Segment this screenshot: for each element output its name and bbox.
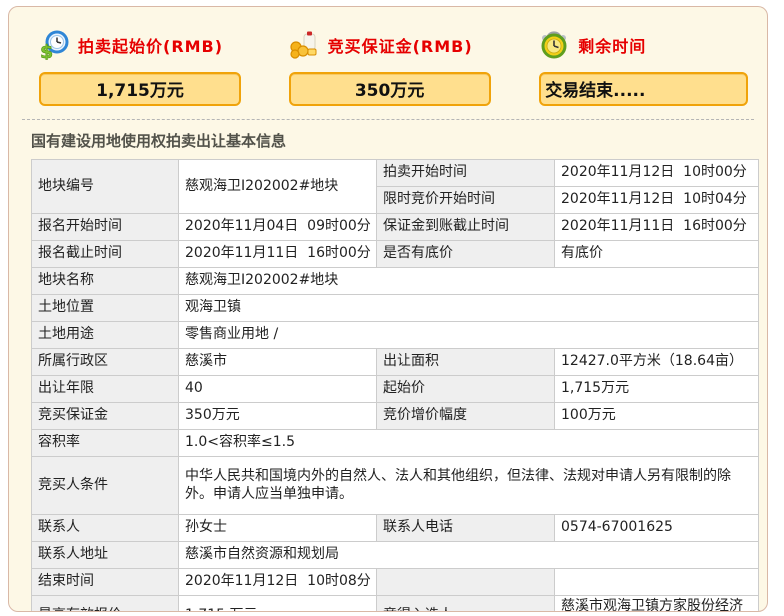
field-label: 所属行政区: [32, 349, 179, 376]
field-label: 联系人: [32, 515, 179, 542]
field-label: 土地用途: [32, 322, 179, 349]
land-info-table: 地块编号 慈观海卫I202002#地块 拍卖开始时间 2020年11月12日 1…: [31, 159, 759, 612]
field-label: 报名截止时间: [32, 241, 179, 268]
field-label: 限时竞价开始时间: [377, 187, 555, 214]
field-label: 地块名称: [32, 268, 179, 295]
table-row: 联系人 孙女士 联系人电话 0574-67001625: [32, 515, 759, 542]
table-row: 结束时间 2020年11月12日 10时08分: [32, 569, 759, 596]
stat-time-left-label: 剩余时间: [578, 33, 646, 57]
field-value: 40: [179, 376, 377, 403]
dashed-divider: [22, 119, 754, 120]
field-value: 中华人民共和国境内外的自然人、法人和其他组织，但法律、法规对申请人另有限制的除外…: [179, 457, 759, 515]
field-value: 有底价: [555, 241, 759, 268]
field-value: 350万元: [179, 403, 377, 430]
auction-stats-row: $ 拍卖起始价(RMB) 1,715万元: [9, 7, 767, 106]
field-value: 12427.0平方米（18.64亩）: [555, 349, 759, 376]
field-label: 竞得入选人: [377, 596, 555, 613]
money-clock-icon: $: [39, 30, 69, 60]
field-value: 慈观海卫I202002#地块: [179, 160, 377, 214]
field-label: 报名开始时间: [32, 214, 179, 241]
table-row: 报名开始时间 2020年11月04日 09时00分 保证金到账截止时间 2020…: [32, 214, 759, 241]
field-value: 1.0<容积率≤1.5: [179, 430, 759, 457]
field-value: 观海卫镇: [179, 295, 759, 322]
stat-start-price-header: $ 拍卖起始价(RMB): [39, 27, 289, 63]
field-value: 慈溪市观海卫镇方家股份经济合作社: [555, 596, 759, 613]
field-value: 0574-67001625: [555, 515, 759, 542]
section-title: 国有建设用地使用权拍卖出让基本信息: [31, 130, 767, 151]
field-label: 联系人电话: [377, 515, 555, 542]
field-label: 起始价: [377, 376, 555, 403]
field-value: 2020年11月12日 10时00分: [555, 160, 759, 187]
field-label: 竞买人条件: [32, 457, 179, 515]
field-label: 竞买保证金: [32, 403, 179, 430]
table-row: 竞买人条件 中华人民共和国境内外的自然人、法人和其他组织，但法律、法规对申请人另…: [32, 457, 759, 515]
field-label: 联系人地址: [32, 542, 179, 569]
field-value: 1,715万元: [555, 376, 759, 403]
field-label: 拍卖开始时间: [377, 160, 555, 187]
stat-time-left-value: 交易结束.....: [539, 72, 748, 106]
stat-start-price-label: 拍卖起始价(RMB): [78, 33, 223, 57]
field-value: 100万元: [555, 403, 759, 430]
field-value: 慈溪市: [179, 349, 377, 376]
table-row: 报名截止时间 2020年11月11日 16时00分 是否有底价 有底价: [32, 241, 759, 268]
field-label: 是否有底价: [377, 241, 555, 268]
auction-detail-panel: $ 拍卖起始价(RMB) 1,715万元: [8, 6, 768, 612]
stat-start-price-value: 1,715万元: [39, 72, 241, 106]
stat-deposit-header: 竞买保证金(RMB): [289, 27, 540, 63]
field-value: 慈溪市自然资源和规划局: [179, 542, 759, 569]
field-value: 2020年11月11日 16时00分: [179, 241, 377, 268]
stat-deposit: 竞买保证金(RMB) 350万元: [289, 27, 540, 106]
table-row: 联系人地址 慈溪市自然资源和规划局: [32, 542, 759, 569]
field-label: 竞价增价幅度: [377, 403, 555, 430]
coins-icon: [289, 30, 319, 60]
field-value: 孙女士: [179, 515, 377, 542]
stat-time-left: 剩余时间 交易结束.....: [539, 27, 767, 106]
field-value: 1,715 万元: [179, 596, 377, 613]
table-row: 地块编号 慈观海卫I202002#地块 拍卖开始时间 2020年11月12日 1…: [32, 160, 759, 187]
stat-start-price: $ 拍卖起始价(RMB) 1,715万元: [39, 27, 289, 106]
field-value: 2020年11月04日 09时00分: [179, 214, 377, 241]
field-value: 2020年11月12日 10时04分: [555, 187, 759, 214]
alarm-clock-icon: [539, 30, 569, 60]
table-row: 竞买保证金 350万元 竞价增价幅度 100万元: [32, 403, 759, 430]
field-value: 2020年11月11日 16时00分: [555, 214, 759, 241]
field-label: 保证金到账截止时间: [377, 214, 555, 241]
table-row: 容积率 1.0<容积率≤1.5: [32, 430, 759, 457]
table-row: 出让年限 40 起始价 1,715万元: [32, 376, 759, 403]
field-label: 最高有效报价: [32, 596, 179, 613]
stat-deposit-label: 竞买保证金(RMB): [328, 33, 473, 57]
field-label: [377, 569, 555, 596]
field-label: 出让面积: [377, 349, 555, 376]
field-value: 零售商业用地 /: [179, 322, 759, 349]
table-row: 所属行政区 慈溪市 出让面积 12427.0平方米（18.64亩）: [32, 349, 759, 376]
table-row: 土地位置 观海卫镇: [32, 295, 759, 322]
field-value: [555, 569, 759, 596]
stat-deposit-value: 350万元: [289, 72, 491, 106]
field-label: 出让年限: [32, 376, 179, 403]
field-label: 结束时间: [32, 569, 179, 596]
field-value: 慈观海卫I202002#地块: [179, 268, 759, 295]
field-label: 地块编号: [32, 160, 179, 214]
table-row: 土地用途 零售商业用地 /: [32, 322, 759, 349]
stat-time-left-header: 剩余时间: [539, 27, 767, 63]
field-label: 土地位置: [32, 295, 179, 322]
field-label: 容积率: [32, 430, 179, 457]
field-value: 2020年11月12日 10时08分: [179, 569, 377, 596]
table-row: 最高有效报价 1,715 万元 竞得入选人 慈溪市观海卫镇方家股份经济合作社: [32, 596, 759, 613]
svg-text:$: $: [40, 41, 53, 60]
table-row: 地块名称 慈观海卫I202002#地块: [32, 268, 759, 295]
